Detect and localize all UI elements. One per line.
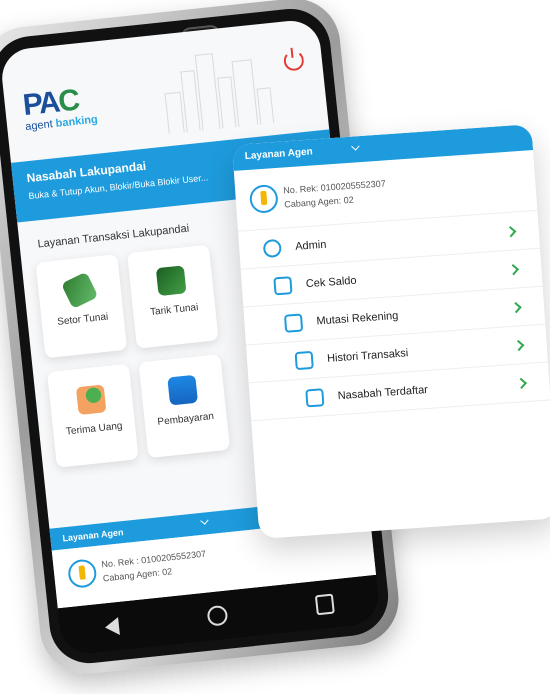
atm-withdraw-icon [155, 265, 187, 297]
logo-mark-primary: PA [21, 85, 61, 123]
agent-info-icon [248, 183, 279, 214]
service-card-tarik-tunai[interactable]: Tarik Tunai [127, 244, 219, 349]
wallet-icon [167, 374, 199, 406]
menu-label: Nasabah Terdaftar [337, 383, 429, 402]
agent-info-icon [66, 558, 98, 589]
service-label: Tarik Tunai [149, 302, 199, 319]
menu-label: Histori Transaksi [326, 346, 409, 365]
back-icon[interactable] [103, 617, 120, 637]
agent-text: No. Rek: 0100205552307 Cabang Agen: 02 [283, 176, 387, 211]
user-icon [262, 238, 282, 258]
service-label: Pembayaran [156, 411, 215, 428]
power-icon[interactable] [282, 49, 305, 72]
agent-text: No. Rek : 0100205552307 Cabang Agen: 02 [101, 547, 208, 586]
chevron-right-icon [515, 377, 527, 390]
logo-mark-secondary: C [56, 83, 80, 119]
service-label: Terima Uang [65, 420, 124, 438]
document-icon [283, 313, 304, 333]
logo-tag-prefix: agent [24, 118, 54, 134]
wallet-icon [273, 275, 293, 295]
chevron-down-icon [200, 516, 209, 525]
agent-bar-title: Layanan Agen [61, 527, 124, 544]
chevron-right-icon [513, 339, 525, 352]
receive-money-icon [75, 384, 107, 416]
menu-label: Cek Saldo [305, 274, 357, 290]
service-card-terima-uang[interactable]: Terima Uang [47, 363, 139, 468]
skyline-illustration [160, 42, 288, 135]
panel-title: Layanan Agen [244, 146, 314, 163]
layanan-agen-panel: Layanan Agen No. Rek: 0100205552307 Caba… [232, 124, 550, 540]
brand-logo: PAC agent banking [21, 82, 98, 134]
services-title: Layanan Transaksi Lakupandai [37, 222, 190, 251]
panel-menu: Admin Cek Saldo Mutasi Rekening Histori … [238, 210, 550, 422]
chevron-right-icon [505, 226, 517, 238]
service-card-pembayaran[interactable]: Pembayaran [138, 354, 231, 459]
showcase-stage: PAC agent banking Nasabah Lakupandai Buk… [0, 0, 550, 694]
chevron-down-icon [351, 142, 360, 151]
history-icon [294, 350, 314, 370]
chevron-right-icon [510, 301, 522, 314]
service-label: Setor Tunai [56, 311, 109, 328]
service-card-setor-tunai[interactable]: Setor Tunai [35, 254, 128, 359]
menu-label: Admin [294, 238, 327, 253]
home-icon[interactable] [206, 604, 229, 627]
recent-apps-icon[interactable] [315, 593, 336, 616]
cash-deposit-icon [60, 271, 99, 310]
menu-label: Mutasi Rekening [316, 309, 399, 328]
registered-customer-icon [305, 387, 325, 407]
chevron-right-icon [507, 264, 520, 276]
